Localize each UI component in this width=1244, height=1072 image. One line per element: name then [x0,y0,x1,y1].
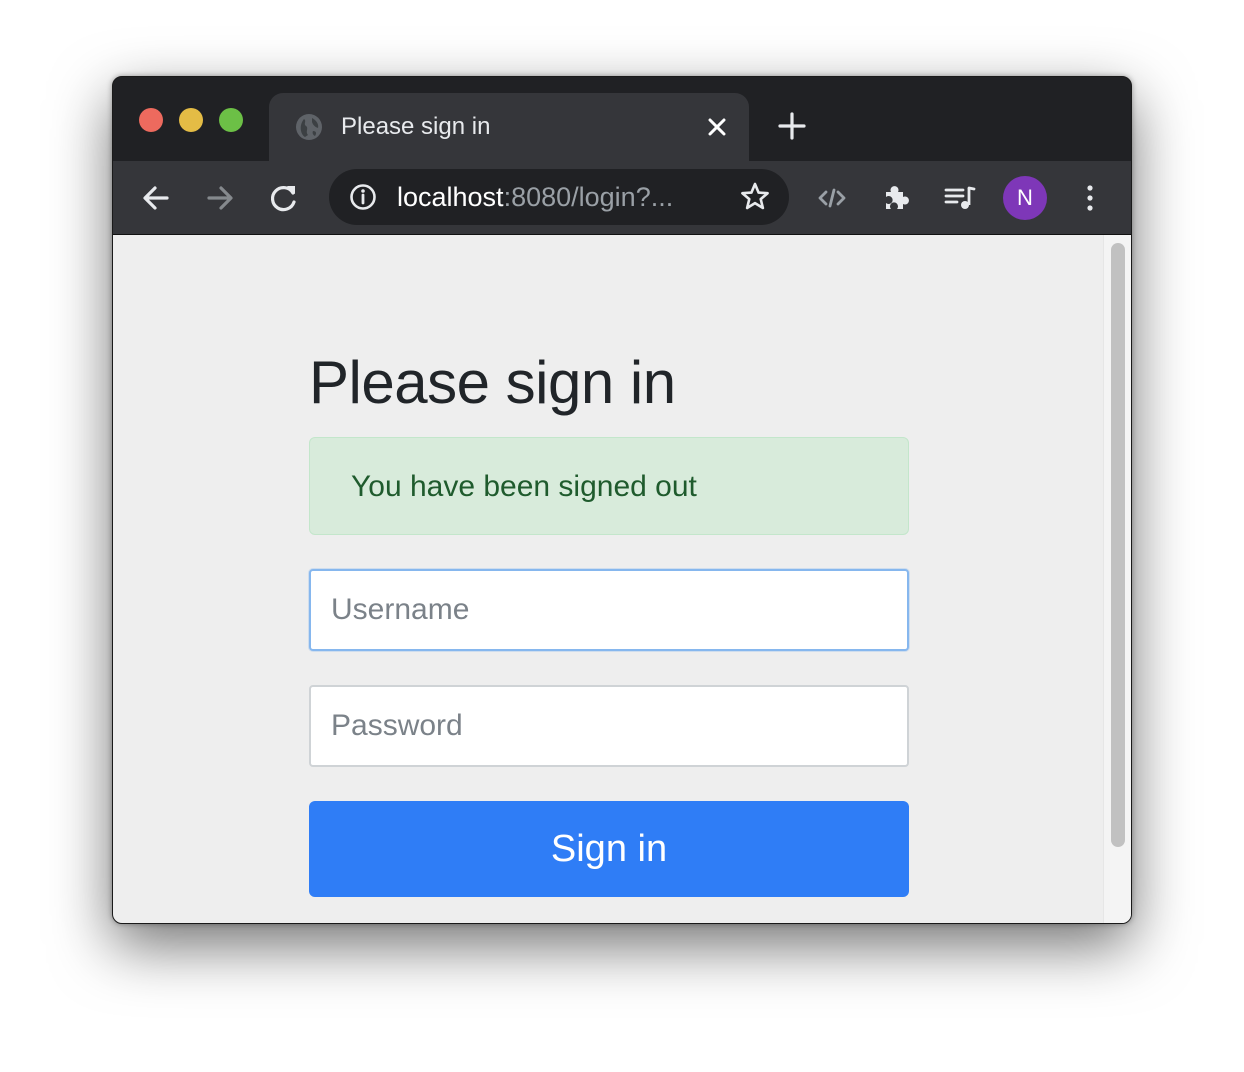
scrollbar[interactable] [1103,235,1131,923]
tab-strip: Please sign in [113,77,1131,161]
browser-window: Please sign in localhost:8080/login?... … [112,76,1132,924]
globe-icon [295,113,323,141]
sign-in-button[interactable]: Sign in [309,801,909,897]
puzzle-icon[interactable] [879,181,913,215]
address-bar[interactable]: localhost:8080/login?... [329,169,789,225]
close-icon[interactable] [703,113,731,141]
signed-out-alert: You have been signed out [309,437,909,535]
url-path: :8080/login?... [503,182,674,212]
media-playlist-icon[interactable] [943,181,977,215]
page-viewport: Please sign in You have been signed out … [113,235,1131,923]
password-input[interactable] [309,685,909,767]
star-icon[interactable] [739,181,771,213]
reload-icon[interactable] [267,181,301,215]
browser-toolbar: localhost:8080/login?... N [113,161,1131,235]
maximize-window-button[interactable] [219,108,243,132]
minimize-window-button[interactable] [179,108,203,132]
scrollbar-thumb[interactable] [1111,243,1125,847]
url-host: localhost [397,182,504,212]
back-arrow-icon[interactable] [139,181,173,215]
url-text: localhost:8080/login?... [397,182,673,212]
more-vert-icon[interactable] [1073,181,1107,215]
forward-arrow-icon[interactable] [203,181,237,215]
profile-avatar[interactable]: N [1003,176,1047,220]
close-window-button[interactable] [139,108,163,132]
login-form: Please sign in You have been signed out … [309,347,909,897]
code-icon[interactable] [815,181,849,215]
info-icon[interactable] [349,183,377,211]
plus-icon[interactable] [777,111,807,141]
page-title: Please sign in [309,349,676,416]
tab-active[interactable]: Please sign in [269,93,749,161]
username-input[interactable] [309,569,909,651]
tab-title: Please sign in [341,113,491,140]
